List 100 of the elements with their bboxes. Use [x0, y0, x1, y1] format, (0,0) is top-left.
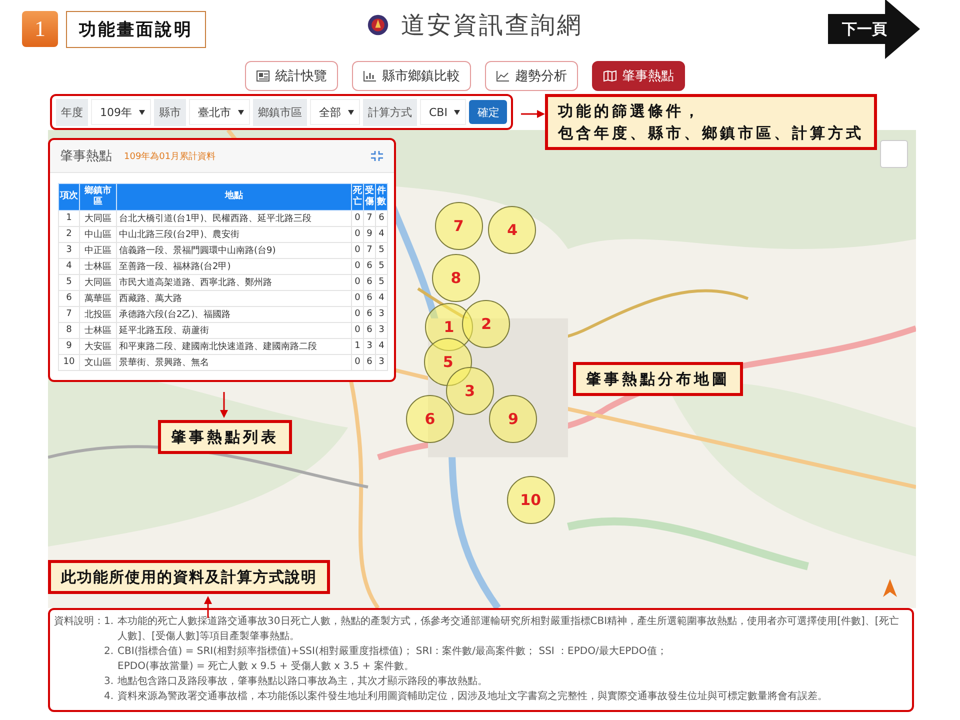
nav-tab[interactable]: 肇事熱點 [592, 61, 685, 91]
table-cell: 6 [364, 354, 376, 370]
collapse-icon [370, 150, 384, 162]
filter-select[interactable]: CBI [420, 99, 466, 125]
callout-text: 肇事熱點列表 [171, 428, 279, 446]
hotspot-marker[interactable]: 6 [406, 395, 454, 444]
table-cell: 10 [58, 354, 80, 370]
callout-text: 功能的篩選條件， [558, 100, 702, 122]
column-header: 鄉鎮市區 [80, 184, 116, 210]
table-cell: 1 [58, 210, 80, 226]
table-cell: 0 [352, 210, 364, 226]
table-cell: 文山區 [80, 354, 116, 370]
table-cell: 0 [352, 306, 364, 322]
note-text: 本功能的死亡人數採道路交通事故30日死亡人數，熱點的產製方式，係參考交通部運輸研究所相對嚴重指標CBI精神，產生所選範圍事故熱點，使用者亦可選擇使用[件數]、[死亡人數]、[受傷人數]等項目產製肇事熱點。 [118, 614, 900, 644]
table-cell: 0 [352, 290, 364, 306]
column-header: 地點 [116, 184, 352, 210]
bar-chart-icon [363, 70, 377, 82]
panel-title: 肇事熱點 [60, 148, 112, 165]
table-cell: 0 [352, 354, 364, 370]
next-page-button[interactable]: 下一頁 [828, 0, 920, 59]
table-cell: 3 [364, 338, 376, 354]
list-number: 1. [104, 615, 114, 629]
confirm-button[interactable]: 確定 [469, 100, 508, 124]
table-cell: 萬華區 [80, 290, 116, 306]
table-cell: 7 [364, 242, 376, 258]
table-cell: 和平東路二段、建國南北快速道路、建國南路二段 [116, 338, 352, 354]
hotspot-marker[interactable]: 3 [446, 366, 494, 414]
filter-label: 年度 [56, 98, 88, 126]
hotspot-marker[interactable]: 5 [424, 338, 472, 386]
table-cell: 士林區 [80, 258, 116, 274]
hotspot-marker[interactable]: 7 [434, 202, 483, 250]
table-cell: 3 [58, 242, 80, 258]
table-cell: 大同區 [80, 210, 116, 226]
table-cell: 至善路一段、福林路(台2甲) [116, 258, 352, 274]
filter-label: 縣市 [154, 98, 186, 126]
table-cell: 5 [376, 274, 388, 290]
map-icon [603, 70, 617, 82]
hotspot-marker[interactable]: 9 [489, 395, 538, 444]
note-text: CBI(指標合值) = SRI(相對頻率指標值)+SSI(相對嚴重度指標值)； SRI：案件數/最高案件數； SSI ：EPDO/最大EPDO值； [118, 644, 667, 659]
table-cell: 0 [352, 226, 364, 242]
callout-text: 此功能所使用的資料及計算方式說明 [61, 568, 317, 586]
table-cell: 7 [58, 306, 80, 322]
table-cell: 6 [364, 290, 376, 306]
filter-select[interactable]: 109年 [91, 99, 151, 125]
table-cell: 0 [352, 242, 364, 258]
table-cell: 2 [58, 226, 80, 242]
table-cell: 6 [376, 210, 388, 226]
list-number: 2. [104, 645, 114, 659]
list-number: 3. [104, 675, 114, 689]
fullscreen-button[interactable] [880, 140, 908, 168]
table-cell: 大同區 [80, 274, 116, 290]
filter-label: 計算方式 [363, 98, 417, 126]
table-cell: 中山北路三段(台2甲)、農安街 [116, 226, 352, 242]
table-cell: 7 [364, 210, 376, 226]
table-cell: 4 [376, 290, 388, 306]
line-chart-icon [496, 70, 510, 82]
table-cell: 3 [376, 306, 388, 322]
callout-text: 包含年度、縣市、鄉鎮市區、計算方式 [558, 123, 864, 144]
table-cell: 5 [58, 274, 80, 290]
pointer-arrow [219, 392, 229, 418]
list-number: 4. [104, 690, 114, 704]
table-cell: 6 [58, 290, 80, 306]
table-cell: 大安區 [80, 338, 116, 354]
nav-tab[interactable]: 趨勢分析 [485, 61, 578, 91]
site-title: 道安資訊查詢網 [401, 10, 583, 41]
hotspot-marker[interactable]: 4 [488, 206, 536, 254]
table-cell: 9 [364, 226, 376, 242]
hotspot-marker[interactable]: 10 [506, 476, 555, 524]
column-header: 死亡 [352, 184, 364, 210]
table-cell: 3 [376, 354, 388, 370]
table-cell: 6 [364, 306, 376, 322]
table-cell: 3 [376, 322, 388, 338]
filter-select[interactable]: 全部 [310, 99, 360, 125]
nav-tab[interactable]: 縣市鄉鎮比較 [352, 61, 471, 91]
table-cell: 0 [352, 274, 364, 290]
table-cell: 6 [364, 258, 376, 274]
table-cell: 0 [352, 258, 364, 274]
slide-title: 功能畫面說明 [66, 10, 206, 48]
notes-label: 資料說明： [54, 614, 104, 629]
table-cell: 1 [352, 338, 364, 354]
panel-subtitle: 109年為01月累計資料 [124, 150, 217, 162]
note-text: 地點包含路口及路段事故，肇事熱點以路口事故為主，其次才顯示路段的事故熱點。 [118, 674, 488, 689]
table-cell: 0 [352, 322, 364, 338]
table-cell: 6 [364, 274, 376, 290]
hotspot-marker[interactable]: 2 [462, 300, 510, 348]
table-cell: 台北大橋引道(台1甲)、民權西路、延平北路三段 [116, 210, 352, 226]
nav-tab[interactable]: 統計快覽 [245, 61, 338, 91]
filter-select[interactable]: 臺北市 [189, 99, 250, 125]
step-number: 1 [22, 11, 58, 47]
note-text: 資料來源為警政署交通事故檔，本功能係以案件發生地址利用圖資輔助定位，因涉及地址文字書寫之完整性，與實際交通事故發生位址與可標定數量將會有誤差。 [118, 690, 828, 704]
column-header: 項次 [58, 184, 80, 210]
table-cell: 士林區 [80, 322, 116, 338]
table-cell: 9 [58, 338, 80, 354]
table-cell: 中山區 [80, 226, 116, 242]
north-arrow-icon [882, 578, 898, 598]
hotspot-marker[interactable]: 8 [432, 254, 480, 302]
table-cell: 延平北路五段、葫蘆街 [116, 322, 352, 338]
table-cell: 景華街、景興路、無名 [116, 354, 352, 370]
table-cell: 中正區 [80, 242, 116, 258]
table-cell: 北投區 [80, 306, 116, 322]
